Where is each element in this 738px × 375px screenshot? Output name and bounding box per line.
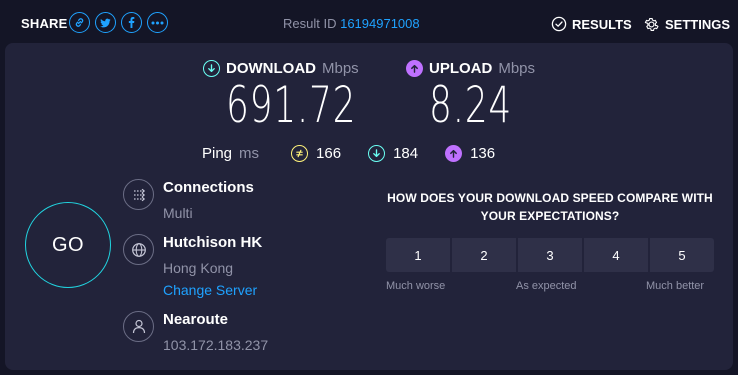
results-button[interactable]: RESULTS [551,16,632,32]
download-header: DOWNLOAD Mbps [203,60,359,77]
upload-speed-value: 8.24 [429,76,513,134]
ping-download[interactable]: 184 [368,145,418,162]
server-name: Hutchison HK [163,234,263,251]
connections-icon [123,179,154,210]
download-label: DOWNLOAD [226,60,316,77]
result-id-link[interactable]: 16194971008 [340,16,420,31]
upload-label: UPLOAD [429,60,493,77]
result-id: Result ID 16194971008 [283,16,420,31]
ping-upload[interactable]: 136 [445,145,495,162]
rating-option-3[interactable]: 3 [518,238,582,272]
server-location: Hong Kong [163,260,234,276]
share-icons [69,12,168,33]
settings-button[interactable]: SETTINGS [643,16,730,33]
connections-value: Multi [163,205,193,221]
ping-upload-value: 136 [470,145,496,162]
download-latency-icon [368,145,386,162]
check-circle-icon [551,16,567,32]
result-id-label: Result ID [283,16,337,31]
go-button[interactable]: GO [25,202,111,288]
ping-download-value: 184 [393,145,419,162]
user-icon [123,311,154,342]
scale-high-label: Much better [646,280,705,292]
download-speed-value: 691.72 [226,76,357,134]
globe-icon [123,234,154,265]
download-arrow-icon [203,60,220,77]
rating-option-4[interactable]: 4 [584,238,648,272]
gear-icon [644,18,659,31]
ping-unit: ms [239,145,260,162]
share-label: SHARE [21,16,68,31]
scale-mid-label: As expected [516,280,577,292]
upload-unit: Mbps [498,60,536,77]
survey-question: HOW DOES YOUR DOWNLOAD SPEED COMPARE WIT… [387,191,713,223]
rating-option-5[interactable]: 5 [650,238,714,272]
rating-option-2[interactable]: 2 [452,238,516,272]
rating-scale: 1 2 3 4 5 [386,238,714,272]
twitter-icon[interactable] [95,12,116,33]
host-name: Nearoute [163,311,229,328]
ping-idle-value: 166 [316,145,342,162]
upload-header: UPLOAD Mbps [406,60,535,77]
upload-latency-icon [445,145,463,162]
settings-label: SETTINGS [665,17,731,32]
ping-label: Ping [202,145,233,162]
ping-row: Ping ms 166 184 136 [202,145,522,162]
more-icon[interactable] [147,12,168,33]
download-unit: Mbps [322,60,359,77]
change-server-link[interactable]: Change Server [163,282,257,298]
scale-low-label: Much worse [386,280,446,292]
rating-option-1[interactable]: 1 [386,238,450,272]
top-bar: SHARE Result ID 16194971008 RESULTS SETT… [0,0,738,44]
link-icon[interactable] [69,12,90,33]
upload-arrow-icon [406,60,423,77]
facebook-icon[interactable] [121,12,142,33]
ping-idle[interactable]: 166 [291,145,341,162]
connections-title: Connections [163,179,254,196]
results-label: RESULTS [572,16,632,32]
go-label: GO [51,233,85,256]
host-ip: 103.172.183.237 [163,337,269,353]
idle-latency-icon [291,145,309,162]
